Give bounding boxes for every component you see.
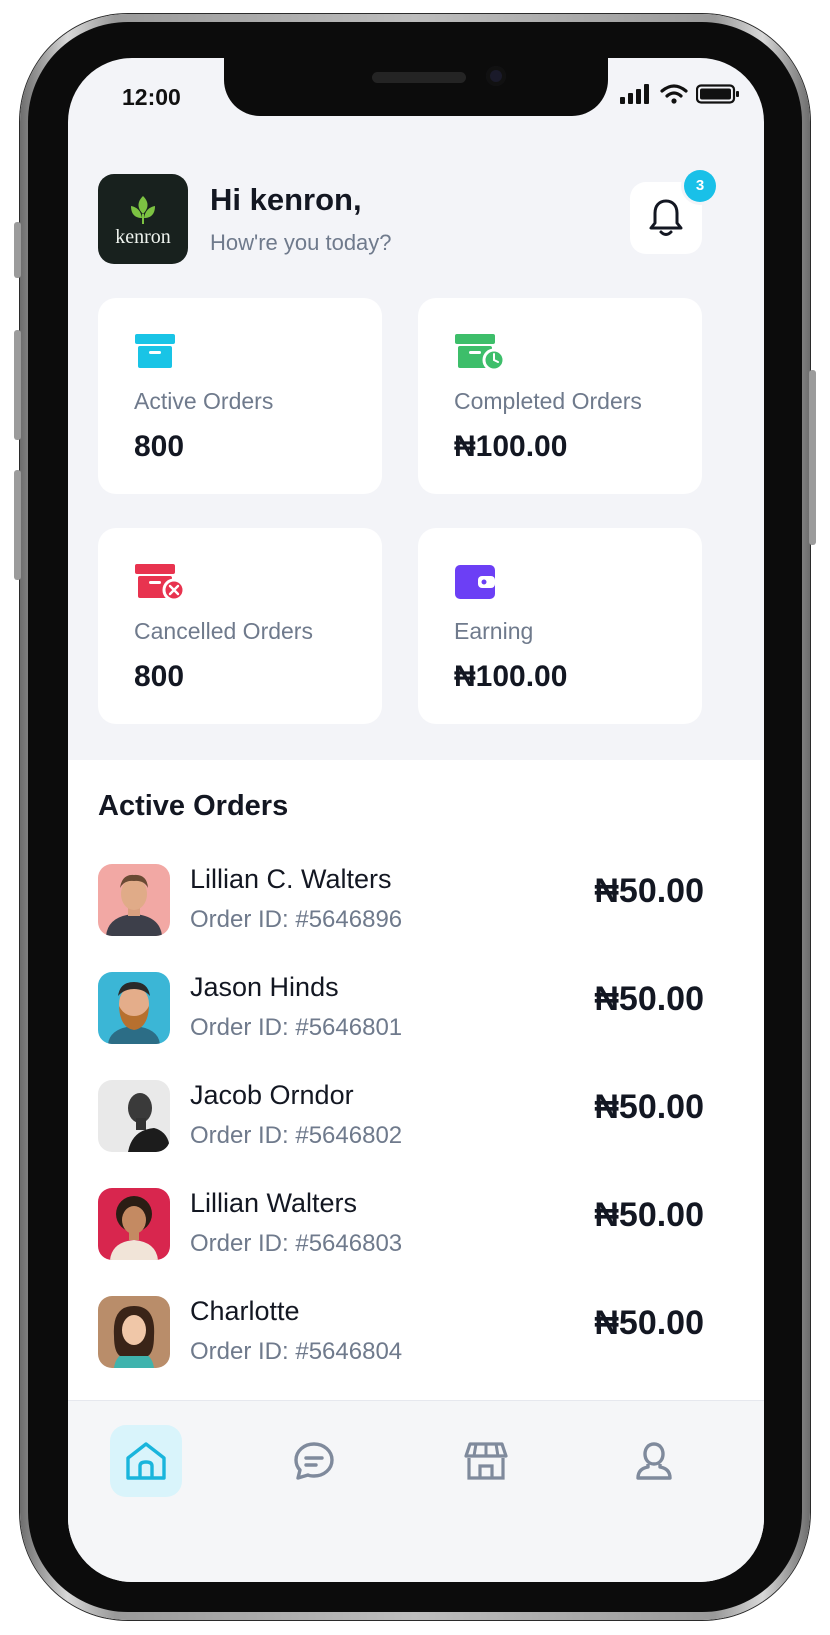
tab-store[interactable] — [450, 1425, 522, 1497]
order-row[interactable]: Jacob Orndor Order ID: #5646802 ₦50.00 — [98, 1080, 704, 1160]
stat-label: Active Orders — [134, 388, 274, 414]
home-icon — [126, 1442, 166, 1480]
archive-cancel-icon — [135, 564, 186, 602]
wifi-icon — [660, 84, 688, 104]
order-id: Order ID: #5646896 — [190, 906, 403, 933]
customer-name: Lillian C. Walters — [190, 864, 392, 894]
archive-check-icon — [455, 334, 506, 372]
notch — [224, 58, 608, 116]
order-row[interactable]: Charlotte Order ID: #5646804 ₦50.00 — [98, 1296, 704, 1376]
avatar — [98, 1296, 170, 1368]
active-orders-section: Active Orders Lillian C. Walters Order I… — [68, 760, 764, 1400]
stat-value: 800 — [134, 660, 185, 693]
order-price: ₦50.00 — [594, 980, 704, 1018]
tab-profile[interactable] — [618, 1425, 690, 1497]
status-icons — [620, 84, 740, 104]
avatar — [98, 972, 170, 1044]
logo-text: kenron — [115, 226, 171, 248]
order-row[interactable]: Lillian C. Walters Order ID: #5646896 ₦5… — [98, 864, 704, 944]
archive-box-icon — [135, 334, 175, 368]
greeting-title: Hi kenron, — [210, 182, 362, 217]
avatar — [98, 1080, 170, 1152]
order-price: ₦50.00 — [594, 1088, 704, 1126]
customer-name: Jason Hinds — [190, 972, 339, 1002]
status-time: 12:00 — [122, 84, 181, 110]
stat-label: Earning — [454, 618, 534, 644]
cellular-signal-icon — [620, 84, 649, 104]
tab-messages[interactable] — [278, 1425, 350, 1497]
stat-card-completed-orders[interactable]: Completed Orders ₦100.00 — [418, 298, 702, 494]
front-camera — [486, 66, 506, 86]
customer-name: Charlotte — [190, 1296, 300, 1326]
power-button — [809, 370, 816, 545]
order-id: Order ID: #5646804 — [190, 1338, 403, 1365]
stat-value: ₦100.00 — [454, 660, 568, 693]
order-row[interactable]: Jason Hinds Order ID: #5646801 ₦50.00 — [98, 972, 704, 1052]
section-title: Active Orders — [98, 790, 289, 822]
stat-card-active-orders[interactable]: Active Orders 800 — [98, 298, 382, 494]
app-screen: 12:00 kenron Hi kenron, How're you today… — [68, 58, 764, 1582]
stat-value: 800 — [134, 430, 185, 463]
volume-down-button — [14, 470, 21, 580]
battery-icon — [696, 84, 739, 104]
greeting-subtitle: How're you today? — [210, 230, 392, 255]
speaker-grille — [372, 72, 466, 83]
profile-icon — [636, 1442, 672, 1480]
customer-name: Jacob Orndor — [190, 1080, 354, 1110]
avatar — [98, 1188, 170, 1260]
avatar — [98, 864, 170, 936]
mute-switch — [14, 222, 21, 278]
order-id: Order ID: #5646801 — [190, 1014, 403, 1041]
order-id: Order ID: #5646802 — [190, 1122, 403, 1149]
chat-icon — [294, 1442, 334, 1480]
customer-name: Lillian Walters — [190, 1188, 358, 1218]
stat-card-cancelled-orders[interactable]: Cancelled Orders 800 — [98, 528, 382, 724]
volume-up-button — [14, 330, 21, 440]
order-price: ₦50.00 — [594, 1196, 704, 1234]
stat-card-earning[interactable]: Earning ₦100.00 — [418, 528, 702, 724]
stat-label: Cancelled Orders — [134, 618, 313, 644]
stat-label: Completed Orders — [454, 388, 642, 414]
order-price: ₦50.00 — [594, 872, 704, 910]
bottom-tab-bar — [68, 1400, 764, 1582]
notification-badge: 3 — [684, 170, 716, 202]
tab-home[interactable] — [110, 1425, 182, 1497]
order-row[interactable]: Lillian Walters Order ID: #5646803 ₦50.0… — [98, 1188, 704, 1268]
leaf-logo-icon — [131, 196, 155, 224]
store-logo[interactable]: kenron — [98, 174, 188, 264]
store-icon — [464, 1442, 508, 1480]
bell-icon — [649, 199, 683, 236]
order-id: Order ID: #5646803 — [190, 1230, 403, 1257]
order-price: ₦50.00 — [594, 1304, 704, 1342]
wallet-icon — [455, 565, 495, 599]
stat-value: ₦100.00 — [454, 430, 568, 463]
